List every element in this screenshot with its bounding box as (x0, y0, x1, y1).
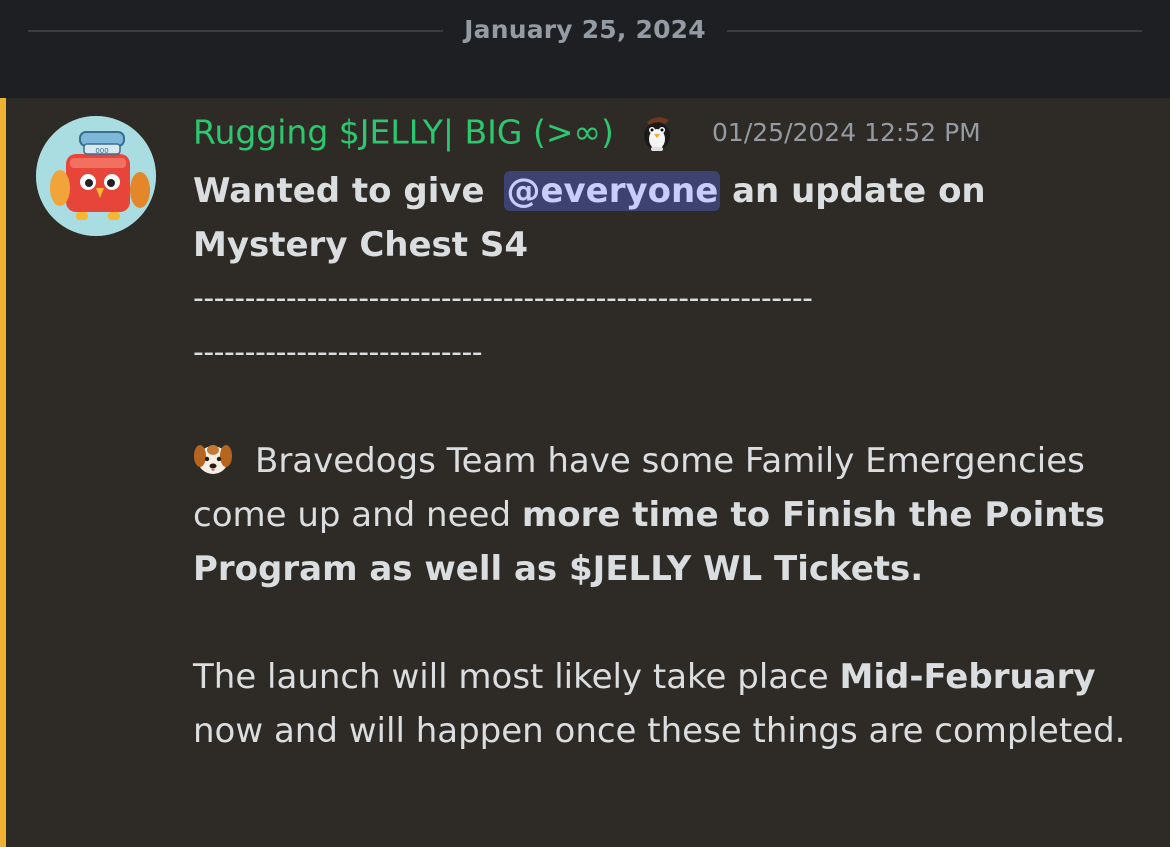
paragraph-launch: The launch will most likely take place M… (193, 650, 1128, 758)
chat-message[interactable]: 000 Rugging $JELLY| BIG (>∞) 01/25/2024 … (0, 98, 1170, 847)
headline-text-before: Wanted to give (193, 171, 497, 211)
svg-text:000: 000 (95, 147, 108, 155)
divider-line-right (727, 30, 1142, 32)
mention-highlight-bar (0, 98, 6, 847)
jelly-jar-avatar-icon: 000 (36, 116, 156, 236)
author-avatar[interactable]: 000 (36, 116, 156, 236)
separator-line-1: ----------------------------------------… (193, 281, 813, 316)
paragraph2-text-after: now and will happen once these things ar… (193, 711, 1126, 751)
message-content: Wanted to give @everyone an update on My… (193, 164, 1128, 758)
author-name[interactable]: Rugging $JELLY| BIG (>∞) (193, 113, 614, 152)
everyone-mention[interactable]: @everyone (504, 171, 721, 211)
separator-line-2: ---------------------------- (193, 335, 483, 370)
top-bar: January 25, 2024 (0, 0, 1170, 98)
dog-face-icon (193, 438, 233, 478)
paragraph2-bold-text: Mid-February (839, 657, 1096, 697)
paragraph-bravedogs: Bravedogs Team have some Family Emergenc… (193, 434, 1128, 596)
message-header: Rugging $JELLY| BIG (>∞) 01/25/2024 12:5… (193, 112, 981, 156)
message-timestamp[interactable]: 01/25/2024 12:52 PM (712, 118, 981, 147)
penguin-badge-icon[interactable] (637, 112, 677, 152)
paragraph2-text-before: The launch will most likely take place (193, 657, 840, 697)
date-divider: January 25, 2024 (28, 15, 1142, 44)
message-headline: Wanted to give @everyone an update on My… (193, 164, 1128, 272)
